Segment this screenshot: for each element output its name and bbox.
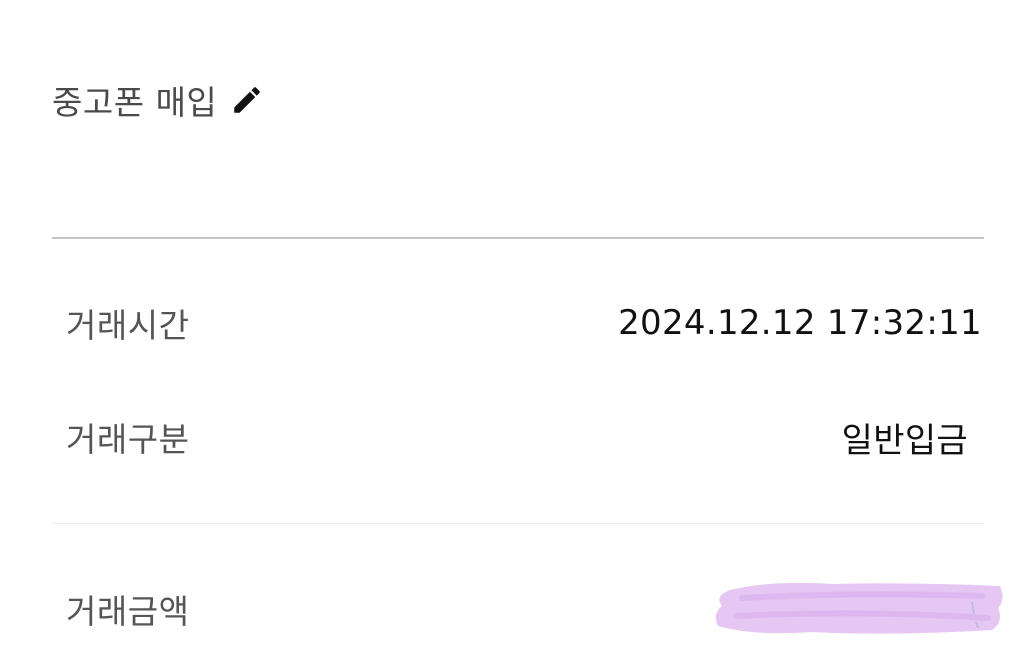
row-divider (52, 523, 984, 524)
transaction-time-value: 2024.12.12 17:32:11 (618, 303, 982, 343)
transaction-amount-label: 거래금액 (66, 592, 190, 631)
section-divider (52, 237, 984, 239)
transaction-type-value: 일반입금 (841, 420, 968, 461)
transaction-type-label: 거래구분 (66, 420, 190, 459)
transaction-detail-page: 중고폰 매입 거래시간 2024.12.12 17:32:11 거래구분 일반입… (0, 0, 1024, 664)
redaction-marker (715, 582, 1003, 634)
memo-title: 중고폰 매입 (52, 83, 218, 122)
memo-row: 중고폰 매입 (52, 76, 265, 124)
pencil-icon[interactable] (229, 82, 265, 118)
pencil-icon-graphic (234, 87, 261, 113)
transaction-time-label: 거래시간 (66, 306, 190, 345)
transaction-type-row: 거래구분 일반입금 (66, 413, 982, 461)
transaction-time-row: 거래시간 2024.12.12 17:32:11 (66, 299, 982, 347)
